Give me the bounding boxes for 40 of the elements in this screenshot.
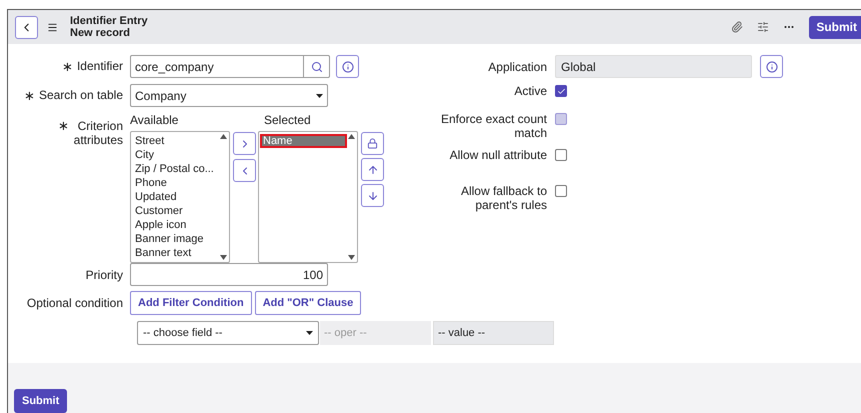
list-option[interactable]: City <box>132 148 219 162</box>
submit-button[interactable]: Submit <box>14 389 68 413</box>
field-label: Optional condition <box>26 295 123 312</box>
field-label: Priority <box>86 266 123 284</box>
field-select[interactable]: -- choose field -- <box>137 321 319 345</box>
field-label: Identifier <box>76 58 123 75</box>
submit-button[interactable]: Submit <box>809 16 861 38</box>
application-field: Global <box>555 55 752 78</box>
column-label: Selected <box>263 113 312 127</box>
form-title: Identifier Entry <box>70 15 148 27</box>
form-subtitle: New record <box>70 27 131 39</box>
list-option[interactable]: Name <box>260 134 347 148</box>
field-label: Search on table <box>38 86 123 104</box>
list-option[interactable]: Street <box>132 134 219 148</box>
checkbox-label: Allow null attribute <box>450 148 547 162</box>
field-label: Criterion attributes <box>73 119 123 149</box>
column-label: Available <box>130 113 180 127</box>
list-option[interactable]: Banner text <box>132 246 219 260</box>
list-option[interactable]: Customer <box>132 204 219 218</box>
list-option[interactable]: Phone <box>132 176 219 190</box>
list-option[interactable]: Zip / Postal co... <box>132 162 219 176</box>
value-field: -- value -- <box>433 321 554 345</box>
priority-field[interactable]: 100 <box>130 263 328 286</box>
required-mark: ∗ <box>62 58 73 76</box>
table-select[interactable]: Company <box>130 84 328 107</box>
required-mark: ∗ <box>58 119 69 135</box>
checkbox-label: Enforce exact count match <box>440 112 547 140</box>
condition-button[interactable]: Add "OR" Clause <box>254 291 362 315</box>
list-box[interactable]: Street City Zip / Postal co... Phone Updated Customer Apple icon Banner image Banner text <box>130 131 230 263</box>
list-option[interactable]: Banner image <box>132 232 219 246</box>
list-box[interactable]: Name <box>258 131 358 263</box>
list-option[interactable]: Updated <box>132 190 219 204</box>
list-option[interactable]: Apple icon <box>132 218 219 232</box>
checkbox-label: Active <box>514 84 547 98</box>
identifier-field[interactable]: core_company <box>130 55 330 78</box>
operator-field: -- oper -- <box>320 321 431 345</box>
required-mark: ∗ <box>24 86 35 105</box>
condition-button[interactable]: Add Filter Condition <box>130 291 252 315</box>
checkbox-label: Allow fallback to parent's rules <box>460 184 547 212</box>
field-label: Application <box>488 60 547 74</box>
